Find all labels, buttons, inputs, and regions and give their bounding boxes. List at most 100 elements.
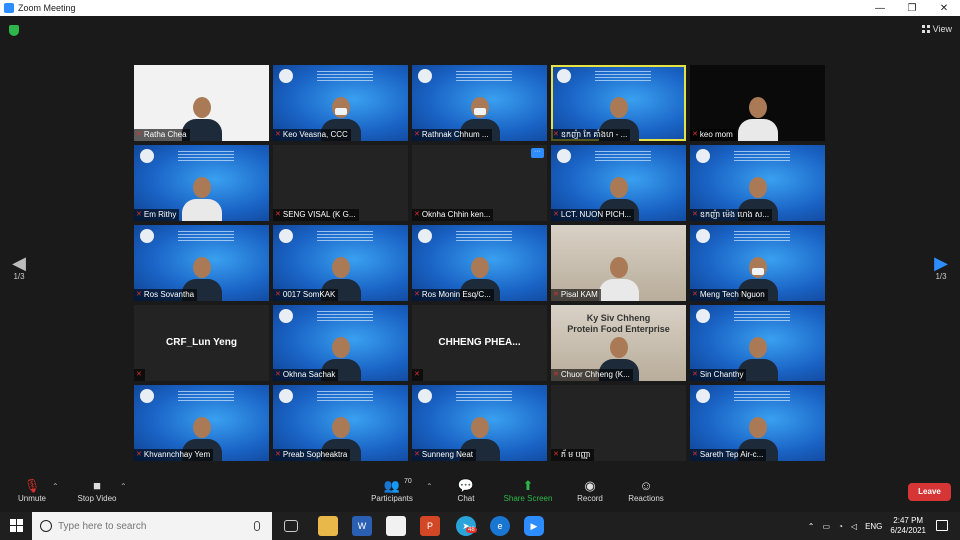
- participant-head: [192, 177, 211, 198]
- more-options-button[interactable]: ···: [531, 148, 544, 158]
- participant-tile[interactable]: ✕ Rathnak Chhum ...: [412, 65, 547, 141]
- task-view-icon[interactable]: [284, 520, 298, 532]
- search-icon: [40, 520, 52, 532]
- participant-tile[interactable]: CHHENG PHEA... ✕: [412, 305, 547, 381]
- language-indicator[interactable]: ENG: [865, 522, 882, 531]
- participant-video: [181, 171, 222, 221]
- notifications-icon[interactable]: [936, 520, 948, 531]
- participant-tile[interactable]: ✕ Sareth Tep Air-c...: [690, 385, 825, 461]
- participant-name: Ros Monin Esq/C...: [421, 290, 491, 299]
- mic-muted-icon: ✕: [136, 211, 142, 218]
- participant-tile[interactable]: ✕ Meng Tech Nguon: [690, 225, 825, 301]
- powerpoint-icon[interactable]: P: [420, 516, 440, 536]
- mic-muted-icon: ✕: [414, 291, 420, 298]
- participant-tile[interactable]: ✕ SENG VISAL (K G...: [273, 145, 408, 221]
- stop-video-button[interactable]: ■ Stop Video: [67, 478, 127, 503]
- volume-icon[interactable]: ◁: [851, 522, 857, 531]
- participant-tile[interactable]: ✕ Em Rithy: [134, 145, 269, 221]
- taskbar-search-input[interactable]: [58, 520, 248, 532]
- participant-head: [748, 97, 767, 118]
- participant-tile[interactable]: ✕ Sunneng Neat: [412, 385, 547, 461]
- participant-tile[interactable]: ✕ ឧកញ៉ា កែ គាំងហ - ...: [551, 65, 686, 141]
- participant-tile[interactable]: ✕ ភ័ ម បញ្ញា: [551, 385, 686, 461]
- participant-head: [192, 257, 211, 278]
- participant-tile[interactable]: ✕ Ros Monin Esq/C...: [412, 225, 547, 301]
- participant-tile[interactable]: ✕ Ros Sovantha: [134, 225, 269, 301]
- participant-tile[interactable]: ✕ 0017 SomKAK: [273, 225, 408, 301]
- participant-tile[interactable]: ✕ Khvannchhay Yem: [134, 385, 269, 461]
- edge-browser-icon[interactable]: e: [490, 516, 510, 536]
- participant-name: Oknha Chhin ken...: [421, 210, 491, 219]
- minimize-button[interactable]: —: [864, 0, 896, 16]
- participant-name: ឧកញ៉ា កែ គាំងហ - ...: [560, 130, 628, 139]
- file-explorer-icon[interactable]: [318, 516, 338, 536]
- participant-namebar: ✕ Pisal KAM: [551, 289, 601, 301]
- share-screen-icon: ⬆: [522, 478, 534, 493]
- audio-options-caret-icon[interactable]: ⌃: [52, 482, 59, 491]
- reactions-button[interactable]: ☺ Reactions: [616, 478, 676, 503]
- page-indicator-left: 1/3: [13, 272, 25, 281]
- participant-tile[interactable]: ✕ Pisal KAM: [551, 225, 686, 301]
- share-screen-button[interactable]: ⬆ Share Screen: [498, 478, 558, 503]
- window-titlebar: Zoom Meeting — ❐ ✕: [0, 0, 960, 16]
- previous-page-button[interactable]: ◀ 1/3: [9, 254, 29, 281]
- participant-head: [192, 417, 211, 438]
- participant-namebar: ✕ Chuor Chheng (K...: [551, 369, 633, 381]
- participant-namebar: ✕ Okhna Sachak: [273, 369, 339, 381]
- organization-logo-icon: [279, 389, 293, 403]
- participant-namebar: ✕: [134, 369, 145, 381]
- participant-tile[interactable]: CRF_Lun Yeng ✕: [134, 305, 269, 381]
- participants-options-caret-icon[interactable]: ⌃: [426, 482, 433, 491]
- background-banner: [734, 391, 790, 401]
- participant-body: [737, 119, 778, 141]
- network-icon[interactable]: ◔: [838, 522, 843, 531]
- participant-tile[interactable]: ✕ Sin Chanthy: [690, 305, 825, 381]
- mic-muted-icon: ✕: [414, 131, 420, 138]
- participant-tile[interactable]: ✕ Preab Sopheaktra: [273, 385, 408, 461]
- participant-tile[interactable]: ✕ Keo Veasna, CCC: [273, 65, 408, 141]
- participant-tile[interactable]: Ky Siv Chheng Protein Food Enterprise ✕ Ch…: [551, 305, 686, 381]
- participant-name: LCT. NUON PICH...: [560, 210, 632, 219]
- document-icon[interactable]: [386, 516, 406, 536]
- leave-button[interactable]: Leave: [908, 483, 951, 501]
- participant-tile[interactable]: ··· ✕ Oknha Chhin ken...: [412, 145, 547, 221]
- zoom-taskbar-icon[interactable]: ▶: [524, 516, 544, 536]
- background-sign: Ky Siv Chheng Protein Food Enterprise: [567, 313, 670, 334]
- battery-icon[interactable]: ▭: [823, 522, 831, 531]
- windows-start-icon[interactable]: [10, 519, 23, 532]
- participant-name: Rathnak Chhum ...: [421, 130, 489, 139]
- participant-tile[interactable]: ✕ Okhna Sachak: [273, 305, 408, 381]
- meeting-toolbar: 🎙 Unmute ⌃ ■ Stop Video ⌃ 👥 Participants…: [0, 474, 960, 512]
- organization-logo-icon: [418, 389, 432, 403]
- participant-tile[interactable]: ✕ keo mom: [690, 65, 825, 141]
- participant-namebar: ✕ Sareth Tep Air-c...: [690, 449, 767, 461]
- participant-head: [192, 97, 211, 118]
- participant-namebar: ✕ SENG VISAL (K G...: [273, 209, 359, 221]
- tray-chevron-up-icon[interactable]: ⌃: [808, 522, 815, 531]
- chat-button[interactable]: 💬 Chat: [436, 478, 496, 503]
- word-icon[interactable]: W: [352, 516, 372, 536]
- background-banner: [734, 231, 790, 241]
- taskbar-search[interactable]: [32, 512, 272, 540]
- record-button[interactable]: ◉ Record: [560, 478, 620, 503]
- maximize-button[interactable]: ❐: [896, 0, 928, 16]
- organization-logo-icon: [696, 229, 710, 243]
- next-page-button[interactable]: ▶ 1/3: [931, 254, 951, 281]
- microphone-icon[interactable]: [254, 521, 260, 531]
- participant-head: [331, 97, 350, 118]
- view-button[interactable]: View: [921, 24, 952, 34]
- mic-muted-icon: ✕: [692, 211, 698, 218]
- participant-body: [181, 199, 222, 221]
- participant-name: ភ័ ម បញ្ញា: [560, 450, 591, 459]
- participant-tile[interactable]: ✕ ឧកញ៉ា ម៉េង ហេង ស...: [690, 145, 825, 221]
- taskbar-clock[interactable]: 2:47 PM 6/24/2021: [890, 516, 926, 536]
- participant-name: SENG VISAL (K G...: [282, 210, 356, 219]
- participant-tile[interactable]: ✕ LCT. NUON PICH...: [551, 145, 686, 221]
- close-button[interactable]: ✕: [928, 0, 960, 16]
- telegram-icon[interactable]: ➤: [456, 516, 476, 536]
- background-banner: [178, 151, 234, 161]
- participant-tile[interactable]: ✕ Ratha Chea: [134, 65, 269, 141]
- video-options-caret-icon[interactable]: ⌃: [120, 482, 127, 491]
- participants-button[interactable]: 👥 Participants: [362, 478, 422, 503]
- security-shield-icon[interactable]: [9, 25, 19, 36]
